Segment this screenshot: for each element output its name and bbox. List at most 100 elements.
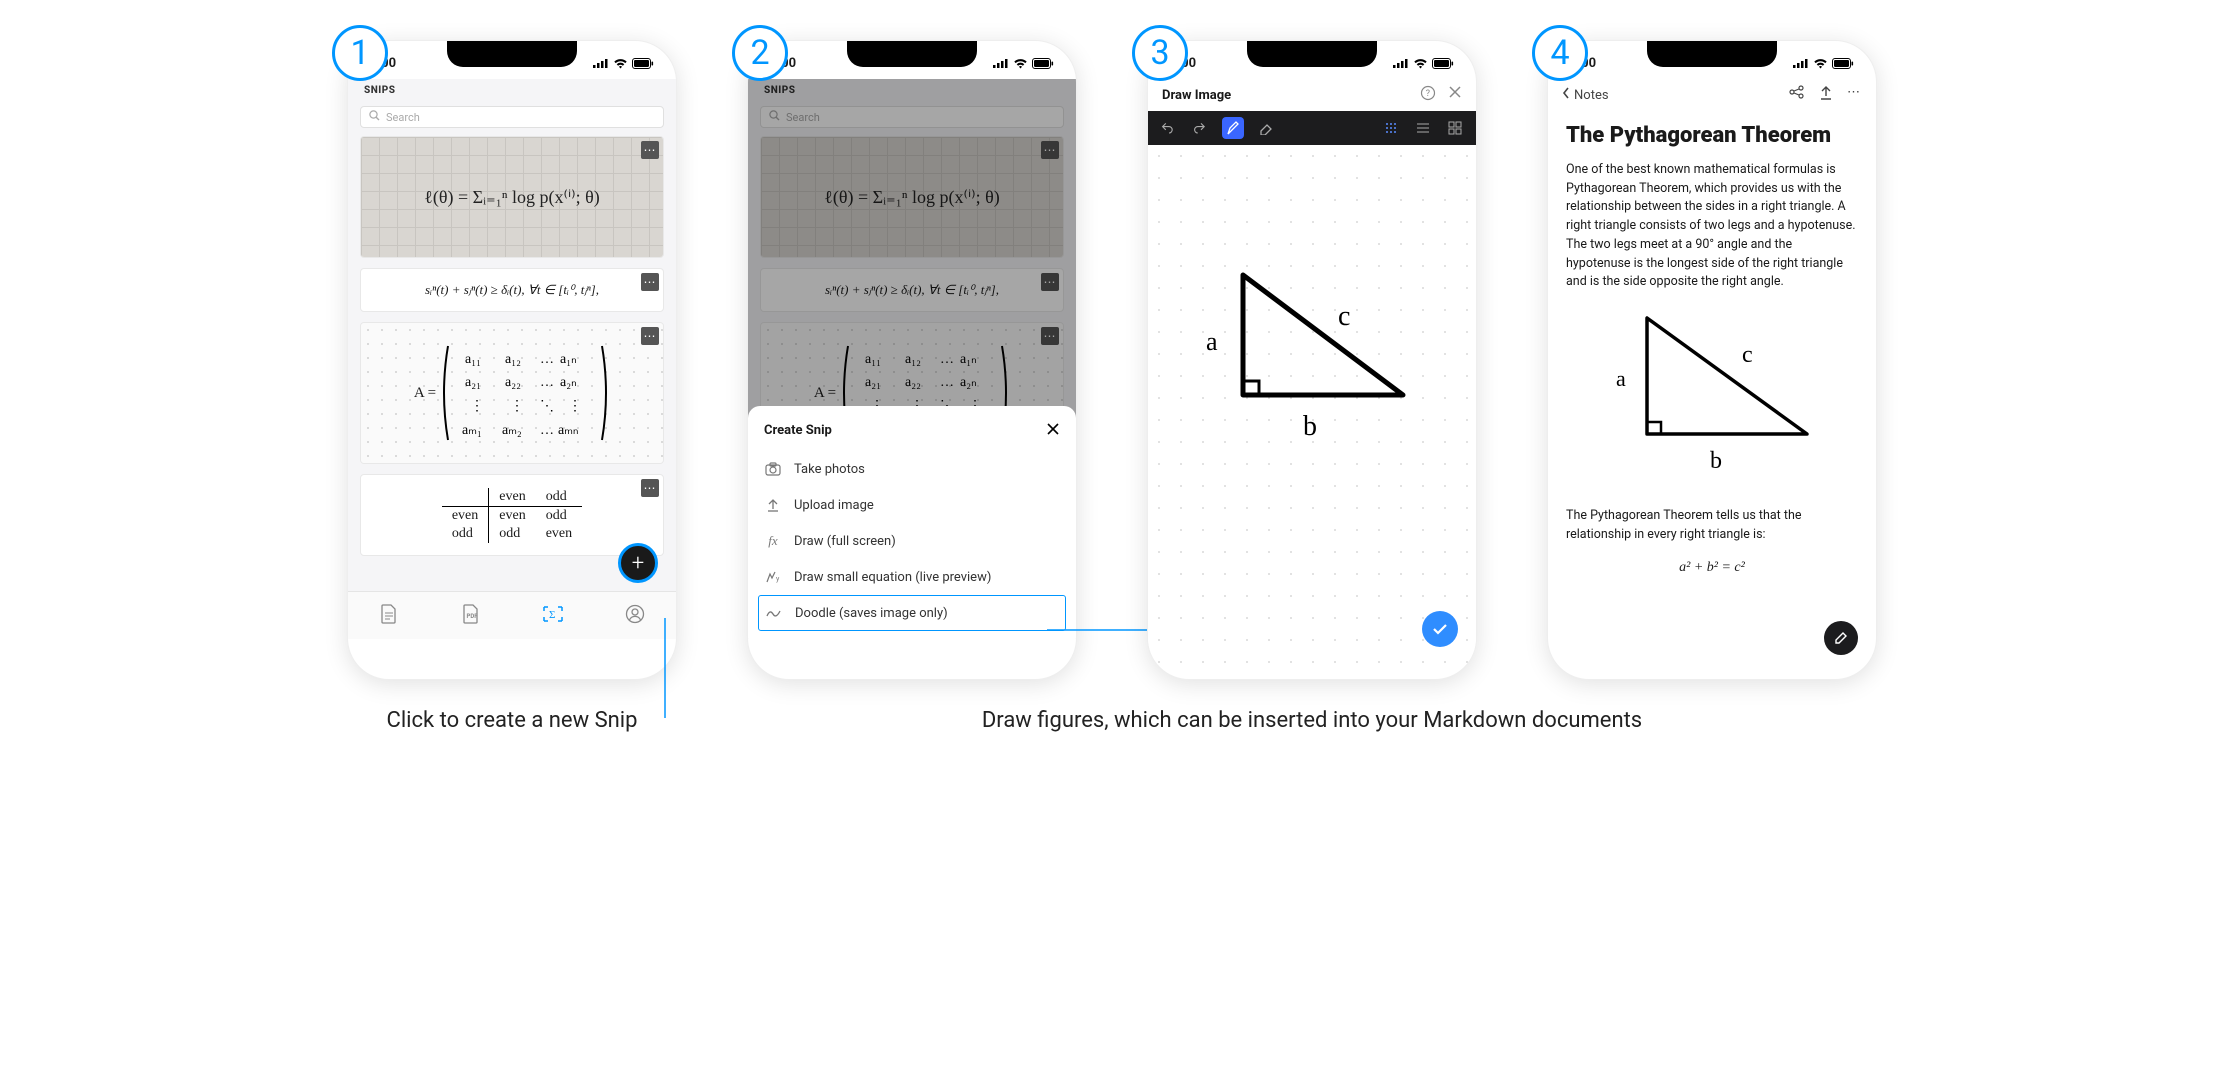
row-header: even	[442, 506, 489, 525]
cell: odd	[489, 525, 536, 543]
svg-text:PDF: PDF	[467, 613, 479, 620]
sheet-item-label: Draw small equation (live preview)	[794, 570, 991, 585]
cellular-signal-icon	[993, 58, 1009, 68]
create-snip-fab[interactable]: +	[618, 543, 658, 583]
notes-header: Notes ⋯	[1548, 79, 1876, 109]
svg-text:⋮: ⋮	[510, 399, 524, 414]
col-header: odd	[536, 488, 582, 507]
snip-menu-button[interactable]: ⋯	[641, 327, 659, 345]
svg-text:⋮: ⋮	[470, 399, 484, 414]
document-paragraph: The Pythagorean Theorem tells us that th…	[1566, 507, 1858, 545]
snip-menu-button[interactable]: ⋯	[641, 141, 659, 159]
snip-menu-button[interactable]: ⋯	[641, 273, 659, 291]
wifi-icon	[613, 58, 628, 69]
phone-frame-1: 9:00 SNIPS	[347, 40, 677, 680]
sheet-item-label: Draw (full screen)	[794, 534, 896, 549]
undo-button[interactable]	[1158, 117, 1180, 139]
phone-frame-2: 9:00 SNIPS Search ⋯ℓ(θ) = Σᵢ₌₁ⁿ log p(x⁽…	[747, 40, 1077, 680]
svg-text:a₂ₙ: a₂ₙ	[560, 375, 577, 390]
battery-icon	[1032, 58, 1054, 69]
svg-text:a₂₁: a₂₁	[465, 375, 481, 390]
chevron-left-icon	[1562, 87, 1570, 103]
cellular-signal-icon	[1393, 58, 1409, 68]
sheet-item-label: Upload image	[794, 498, 874, 513]
drawing-canvas[interactable]: a b c	[1148, 145, 1476, 665]
check-icon	[1432, 622, 1448, 636]
svg-text:?: ?	[1426, 89, 1430, 99]
more-icon[interactable]: ⋯	[1847, 85, 1862, 105]
create-snip-sheet: Create Snip Take photos Upload image	[748, 406, 1076, 639]
svg-text:a₁₂: a₁₂	[505, 352, 521, 367]
phone-frame-3: 9:00 Draw Image ?	[1147, 40, 1477, 680]
svg-text:Σ: Σ	[549, 609, 555, 621]
sheet-item-upload-image[interactable]: Upload image	[748, 487, 1076, 523]
tab-pdf[interactable]: PDF	[460, 605, 482, 627]
export-icon[interactable]	[1819, 85, 1833, 105]
page-header: SNIPS	[348, 79, 676, 100]
help-icon[interactable]: ?	[1420, 85, 1436, 105]
snip-card[interactable]: ⋯ ℓ(θ) = Σᵢ₌₁ⁿ log p(x⁽ⁱ⁾; θ)	[360, 136, 664, 258]
grid-dots-toggle[interactable]	[1380, 117, 1402, 139]
search-input[interactable]: Search	[360, 106, 664, 128]
step-3-caption: Draw figures, which can be inserted into…	[947, 708, 1677, 733]
sheet-item-doodle[interactable]: Doodle (saves image only)	[758, 595, 1066, 631]
snip-card[interactable]: ⋯ sᵢⁿ(t) + sⱼⁿ(t) ≥ δᵢ(t), ∀t ∈ [tᵢ⁰, tⱼ…	[360, 268, 664, 312]
label-a: a	[1206, 327, 1218, 356]
close-icon	[1046, 422, 1060, 436]
edit-document-button[interactable]	[1824, 621, 1858, 655]
step-badge-4: 4	[1532, 25, 1588, 81]
snip-parity-table: evenodd evenevenodd oddoddeven	[361, 475, 663, 555]
pen-tool[interactable]	[1222, 117, 1244, 139]
snip-card[interactable]: ⋯ evenodd evenevenodd oddoddeven	[360, 474, 664, 556]
step-4-column: 4 9:00 Notes ⋯	[1547, 40, 1877, 680]
back-to-notes[interactable]: Notes	[1562, 87, 1609, 103]
eraser-tool[interactable]	[1254, 117, 1276, 139]
equation-icon: y	[764, 568, 782, 586]
svg-text:⋮: ⋮	[568, 399, 582, 414]
tab-snips[interactable]: Σ	[542, 605, 564, 627]
svg-text:⋱: ⋱	[540, 399, 554, 414]
grid-lines-toggle[interactable]	[1412, 117, 1434, 139]
embedded-figure: a b c	[1602, 306, 1822, 493]
notch	[1647, 41, 1777, 67]
step-2-column: 2 9:00 SNIPS Search ⋯ℓ(θ) = Σᵢ₌₁ⁿ log p(…	[747, 40, 1077, 680]
upload-icon	[764, 496, 782, 514]
account-icon	[625, 604, 645, 628]
snip-image-formula: ℓ(θ) = Σᵢ₌₁ⁿ log p(x⁽ⁱ⁾; θ)	[361, 137, 663, 257]
row-header: odd	[442, 525, 489, 543]
snip-card[interactable]: ⋯ A = a₁₁ a₁₂ … a₁ₙ a₂₁ a₂₂	[360, 322, 664, 464]
plus-icon: +	[632, 551, 644, 576]
tab-bar: PDF Σ	[348, 591, 676, 639]
svg-text:a₁ₙ: a₁ₙ	[560, 352, 577, 367]
draw-toolbar	[1148, 111, 1476, 145]
svg-text:a₁₁: a₁₁	[465, 352, 481, 367]
sheet-item-draw-small-equation[interactable]: y Draw small equation (live preview)	[748, 559, 1076, 595]
camera-icon	[764, 460, 782, 478]
svg-text:aₘₙ: aₘₙ	[558, 423, 579, 438]
pencil-icon	[1833, 630, 1849, 646]
battery-icon	[632, 58, 654, 69]
notch	[1247, 41, 1377, 67]
sheet-item-take-photos[interactable]: Take photos	[748, 451, 1076, 487]
scribble-icon	[765, 604, 783, 622]
close-icon[interactable]	[1448, 85, 1462, 105]
draw-header: Draw Image ?	[1148, 79, 1476, 111]
handwritten-formula: ℓ(θ) = Σᵢ₌₁ⁿ log p(x⁽ⁱ⁾; θ)	[424, 187, 599, 208]
share-icon[interactable]	[1789, 85, 1805, 105]
grid-squares-toggle[interactable]	[1444, 117, 1466, 139]
redo-button[interactable]	[1190, 117, 1212, 139]
tab-documents[interactable]	[378, 605, 400, 627]
svg-text:…: …	[540, 423, 554, 438]
step-badge-3: 3	[1132, 25, 1188, 81]
wifi-icon	[1013, 58, 1028, 69]
svg-text:aₘ₁: aₘ₁	[462, 423, 482, 438]
tab-account[interactable]	[624, 605, 646, 627]
sheet-item-draw-fullscreen[interactable]: fx Draw (full screen)	[748, 523, 1076, 559]
snip-menu-button[interactable]: ⋯	[641, 479, 659, 497]
cell: odd	[536, 506, 582, 525]
sheet-close-button[interactable]	[1046, 420, 1060, 441]
confirm-drawing-button[interactable]	[1422, 611, 1458, 647]
document-paragraph: One of the best known mathematical formu…	[1566, 161, 1858, 292]
label-b: b	[1303, 411, 1317, 442]
triangle-drawing: a b c	[1188, 265, 1418, 459]
